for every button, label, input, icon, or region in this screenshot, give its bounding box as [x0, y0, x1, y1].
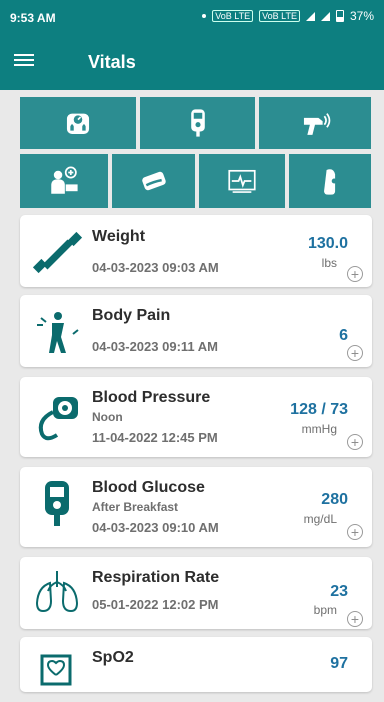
- vital-value: 130.0: [307, 235, 348, 252]
- doctor-tile[interactable]: [18, 152, 110, 210]
- page-title: Vitals: [88, 52, 136, 72]
- vital-card-blood-pressure[interactable]: Blood Pressure Noon 11-04-2022 12:45 PM …: [20, 377, 372, 457]
- lungs-icon: [35, 571, 79, 613]
- status-time: 9:53 AM: [10, 11, 56, 25]
- status-bar: 9:53 AM VoB LTE VoB LTE 37%: [0, 0, 384, 34]
- vital-value: 23: [330, 583, 348, 600]
- volte-icon: VoB LTE: [212, 10, 254, 22]
- add-reading-button[interactable]: +: [347, 434, 363, 450]
- vital-date: 05-01-2022 12:02 PM: [92, 597, 219, 612]
- vital-card-spo2[interactable]: SpO2 97: [20, 637, 372, 692]
- vital-value: 97: [330, 655, 348, 672]
- vitals-tiles: [18, 95, 373, 210]
- glucose-meter-icon: [45, 481, 69, 526]
- battery-icon: [335, 10, 344, 22]
- thermometer-tile[interactable]: [257, 95, 373, 151]
- status-icons: VoB LTE VoB LTE 37%: [202, 9, 374, 23]
- ecg-monitor-tile[interactable]: [197, 152, 287, 210]
- vital-value: 128 / 73: [290, 401, 348, 418]
- vital-title: Respiration Rate: [92, 569, 220, 586]
- spo2-icon: [40, 654, 72, 686]
- vital-card-weight[interactable]: Weight 04-03-2023 09:03 AM 130.0 lbs +: [20, 215, 372, 287]
- add-reading-button[interactable]: +: [347, 524, 363, 540]
- vital-card-blood-glucose[interactable]: Blood Glucose After Breakfast 04-03-2023…: [20, 467, 372, 547]
- add-reading-button[interactable]: +: [347, 266, 363, 282]
- vital-title: Blood Glucose: [92, 479, 205, 496]
- weight-scale-icon: [66, 113, 90, 135]
- vital-date: 11-04-2022 12:45 PM: [92, 430, 218, 445]
- volte-icon: VoB LTE: [259, 10, 300, 22]
- vital-date: 04-03-2023 09:10 AM: [92, 520, 219, 535]
- vital-subtitle: After Breakfast: [92, 500, 179, 514]
- vital-value: 6: [339, 327, 348, 344]
- vital-title: SpO2: [92, 649, 134, 666]
- vital-unit: mmHg: [301, 422, 337, 436]
- thermometer-icon: [303, 113, 331, 135]
- add-reading-button[interactable]: +: [347, 611, 363, 627]
- vital-unit: lbs: [321, 256, 337, 270]
- pulse-oximeter-tile[interactable]: [110, 152, 197, 210]
- vital-title: Body Pain: [92, 307, 171, 324]
- vital-title: Blood Pressure: [92, 389, 211, 406]
- pulse-oximeter-icon: [141, 171, 166, 191]
- glucose-meter-tile[interactable]: [138, 95, 257, 151]
- vital-date: 04-03-2023 09:03 AM: [92, 260, 219, 275]
- vital-card-respiration-rate[interactable]: Respiration Rate 05-01-2022 12:02 PM 23 …: [20, 557, 372, 629]
- vital-date: 04-03-2023 09:11 AM: [92, 339, 218, 354]
- spirometer-icon: [324, 169, 337, 195]
- weight-scale-tile[interactable]: [18, 95, 138, 151]
- vital-card-body-pain[interactable]: Body Pain 04-03-2023 09:11 AM 6 +: [20, 295, 372, 367]
- spirometer-tile[interactable]: [287, 152, 373, 210]
- ecg-monitor-icon: [228, 169, 256, 193]
- app-bar: Vitals: [0, 34, 384, 90]
- glucose-meter-icon: [190, 109, 205, 137]
- vital-value: 280: [321, 491, 348, 508]
- body-pain-icon: [37, 312, 79, 353]
- vital-unit: mg/dL: [303, 512, 337, 526]
- menu-button[interactable]: [14, 51, 34, 71]
- blood-pressure-icon: [38, 397, 78, 441]
- dumbbell-icon: [32, 231, 83, 274]
- notification-dot-icon: [202, 14, 207, 18]
- vital-subtitle: Noon: [92, 410, 123, 424]
- battery-percent: 37%: [349, 9, 374, 23]
- add-reading-button[interactable]: +: [347, 345, 363, 361]
- vital-title: Weight: [92, 228, 146, 245]
- doctor-icon: [51, 166, 78, 194]
- signal-icon: [320, 11, 330, 21]
- vital-unit: bpm: [313, 603, 337, 617]
- signal-icon: [305, 11, 315, 21]
